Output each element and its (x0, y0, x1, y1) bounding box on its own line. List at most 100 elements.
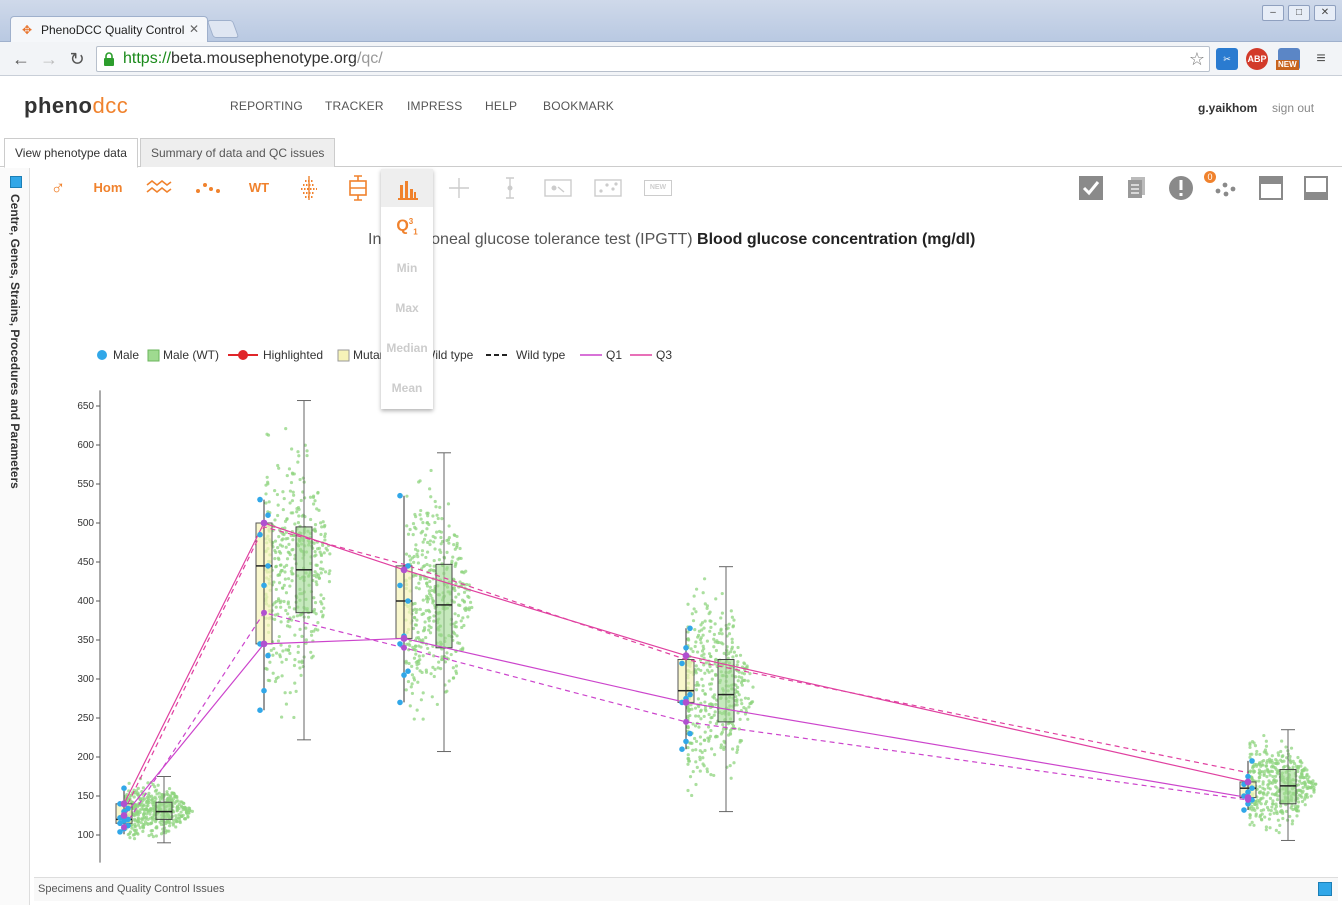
wildtype-point (468, 600, 473, 604)
wildtype-point (265, 667, 269, 671)
wildtype-point (710, 669, 714, 673)
nav-bookmark[interactable]: BOOKMARK (543, 99, 614, 113)
wildtype-point (319, 532, 323, 537)
maximize-icon[interactable]: □ (1288, 5, 1310, 21)
wildtype-point (702, 714, 706, 719)
specimens-panel-toggle-button[interactable] (1318, 882, 1332, 896)
wildtype-button[interactable]: WT (246, 175, 272, 201)
tab-view-phenotype-data[interactable]: View phenotype data (4, 138, 138, 168)
forward-icon[interactable]: → (38, 48, 60, 70)
swarm-icon[interactable] (296, 175, 322, 201)
new-feature-button[interactable]: NEW (644, 180, 672, 196)
stat-max-button[interactable]: Max (381, 301, 433, 315)
wildtype-point (316, 547, 320, 551)
wildtype-point (414, 610, 418, 615)
wildtype-point (1262, 773, 1266, 777)
wildtype-point (462, 600, 467, 604)
back-icon[interactable]: ← (10, 48, 32, 70)
legend-label: Wild type (516, 348, 566, 362)
address-bar[interactable]: https://beta.mousephenotype.org/qc/ ☆ (96, 46, 1210, 72)
wildtype-point (1264, 764, 1268, 768)
wildtype-point (291, 538, 295, 542)
wildtype-point (404, 552, 409, 556)
statistics-dropdown-header[interactable] (381, 169, 433, 207)
scatter-points-icon[interactable] (195, 175, 223, 201)
nav-help[interactable]: HELP (485, 99, 517, 113)
specimens-panel-label[interactable]: Specimens and Quality Control Issues (38, 883, 224, 895)
quartile-marker (120, 812, 128, 819)
wildtype-point (148, 822, 152, 826)
wildtype-point (282, 583, 286, 587)
wildtype-point (280, 674, 284, 678)
male-icon[interactable]: ♂ (46, 175, 70, 201)
screen-capture-icon[interactable]: NEW (1276, 48, 1300, 70)
minimize-icon[interactable]: – (1262, 5, 1284, 21)
wildtype-point (712, 632, 716, 637)
adblock-icon[interactable]: ABP (1246, 48, 1268, 70)
sidebar-toggle-button[interactable] (10, 176, 22, 188)
accept-checkbox-icon[interactable] (1078, 175, 1104, 201)
wildtype-point (1260, 818, 1264, 822)
nav-reporting[interactable]: REPORTING (230, 99, 303, 113)
wildtype-point (694, 714, 698, 718)
wildtype-point (419, 698, 423, 702)
wildtype-point (696, 697, 700, 701)
data-points-icon[interactable] (594, 175, 622, 201)
wildtype-point (153, 789, 158, 793)
top-panel-toggle-icon[interactable] (1258, 175, 1284, 201)
wildtype-point (736, 645, 740, 650)
image-view-icon[interactable] (544, 175, 572, 201)
extension-icon[interactable]: ✂ (1216, 48, 1238, 70)
y-tick-label: 100 (77, 830, 94, 841)
stat-min-button[interactable]: Min (381, 261, 433, 275)
wildtype-point (273, 601, 277, 605)
wildtype-point (415, 708, 419, 712)
wildtype-point (425, 584, 430, 588)
wildtype-point (316, 491, 320, 495)
bottom-panel-toggle-icon[interactable] (1303, 175, 1329, 201)
wildtype-point (428, 564, 432, 568)
wildtype-point (327, 580, 332, 584)
wildtype-point (418, 577, 422, 581)
wildtype-point (425, 550, 430, 554)
menu-icon[interactable]: ≡ (1310, 48, 1332, 70)
stat-mean-button[interactable]: Mean (381, 381, 433, 395)
wildtype-point (738, 653, 743, 657)
browser-tab[interactable]: ✥ PhenoDCC Quality Control ✕ (10, 16, 208, 42)
reload-icon[interactable]: ↻ (66, 48, 88, 70)
raise-issue-icon[interactable] (1168, 175, 1194, 201)
wildtype-point (700, 621, 705, 625)
tab-summary[interactable]: Summary of data and QC issues (140, 138, 336, 167)
wildtype-point (174, 814, 178, 818)
hom-button[interactable]: Hom (92, 175, 124, 201)
wildtype-point (730, 615, 734, 619)
new-tab-button[interactable] (206, 20, 240, 38)
scatter-toggle-icon[interactable] (1214, 175, 1240, 201)
mutant-point (687, 625, 693, 632)
box-plot-icon[interactable] (346, 175, 370, 201)
wildtype-point (1280, 739, 1284, 743)
app-root: phenodcc REPORTING TRACKER IMPRESS HELP … (0, 77, 1342, 905)
wildtype-point (445, 538, 449, 543)
close-tab-icon[interactable]: ✕ (189, 22, 199, 36)
series-lines-icon[interactable] (145, 175, 173, 201)
wildtype-point (732, 650, 736, 654)
stat-quartiles-button[interactable]: Q31 (381, 217, 433, 237)
wildtype-point (735, 748, 740, 752)
stat-median-button[interactable]: Median (381, 341, 433, 355)
close-window-icon[interactable]: ✕ (1314, 5, 1336, 21)
specimens-panel-bar: Specimens and Quality Control Issues (34, 877, 1338, 901)
phenodcc-logo[interactable]: phenodcc (24, 93, 128, 119)
sidebar-label[interactable]: Centre, Genes, Strains, Procedures and P… (8, 194, 22, 489)
wildtype-point (1296, 765, 1300, 769)
wildtype-point (456, 641, 460, 645)
sign-out-link[interactable]: sign out (1272, 101, 1314, 115)
wildtype-point (272, 647, 276, 651)
documents-icon[interactable] (1124, 175, 1150, 201)
bookmark-star-icon[interactable]: ☆ (1189, 47, 1205, 71)
crosshair-icon[interactable] (447, 175, 471, 201)
wildtype-point (410, 556, 414, 560)
error-bar-icon[interactable] (498, 175, 522, 201)
nav-tracker[interactable]: TRACKER (325, 99, 384, 113)
nav-impress[interactable]: IMPRESS (407, 99, 462, 113)
